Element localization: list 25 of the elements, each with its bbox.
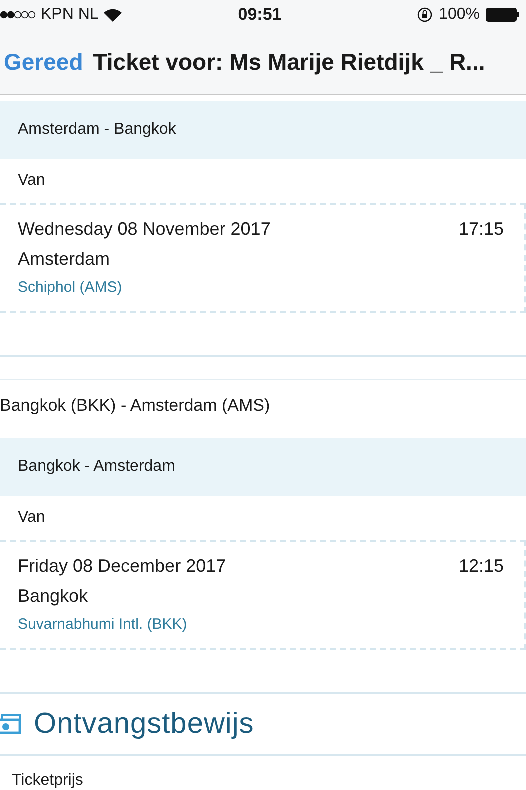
- airport-name: Schiphol (AMS): [18, 279, 124, 297]
- from-label: Van: [17, 508, 46, 528]
- flight-date: Friday 08 December 2017: [18, 556, 228, 578]
- flight-date: Wednesday 08 November 2017: [18, 219, 272, 241]
- airport-name: Suvarnabhumi Intl. (BKK): [18, 616, 188, 634]
- signal-icon: [0, 10, 36, 20]
- rotation-lock-icon: [417, 7, 434, 23]
- from-label: Van: [17, 171, 46, 191]
- segment-header: Bangkok - Amsterdam: [0, 438, 526, 496]
- section-title: Ontvangstbewijs: [34, 708, 254, 740]
- battery-percent: 100%: [439, 6, 480, 24]
- cash-icon: [0, 712, 22, 736]
- city-name: Amsterdam: [18, 249, 112, 271]
- city-name: Bangkok: [18, 586, 90, 608]
- price-label: Ticketprijs: [11, 771, 84, 790]
- route-title: Bangkok (BKK) - Amsterdam (AMS): [0, 379, 526, 432]
- departure-time: 12:15: [458, 556, 504, 578]
- carrier-name: KPN NL: [41, 6, 99, 24]
- battery-icon: [486, 8, 520, 22]
- clock-time: 09:51: [238, 5, 282, 25]
- wifi-icon: [104, 8, 122, 22]
- done-button[interactable]: Gereed: [4, 48, 84, 76]
- segment-header: Amsterdam - Bangkok: [0, 101, 526, 159]
- nav-title: Ticket voor: Ms Marije Rietdijk _ R...: [93, 48, 486, 76]
- departure-time: 17:15: [458, 219, 504, 241]
